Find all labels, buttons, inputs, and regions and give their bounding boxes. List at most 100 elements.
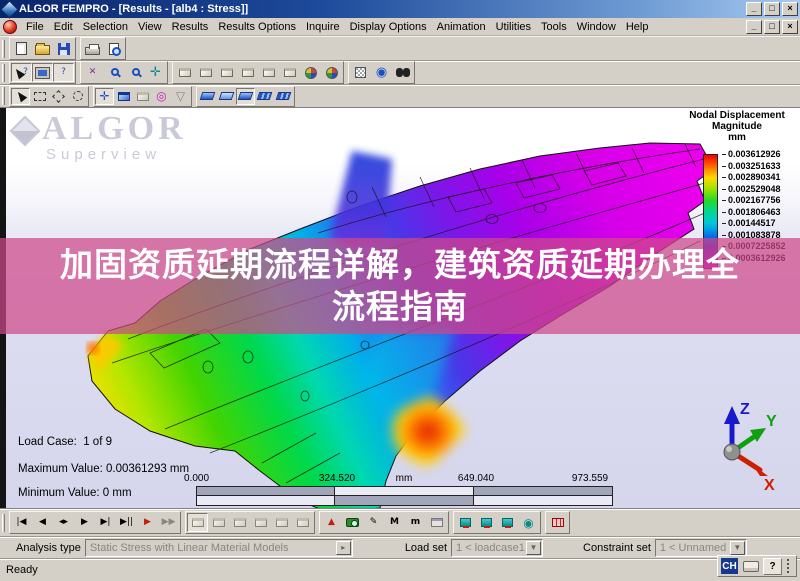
both-models-button[interactable] — [229, 513, 250, 532]
language-help-button[interactable]: ? — [763, 557, 782, 575]
analysis-options-bar: Analysis type Static Stress with Linear … — [0, 536, 800, 558]
load-set-dropdown-icon[interactable]: ▼ — [526, 540, 542, 555]
menu-tools[interactable]: Tools — [536, 19, 572, 35]
select-polygon-button[interactable] — [49, 88, 68, 105]
dither-button[interactable] — [350, 63, 371, 82]
constraint-set-combo[interactable]: 1 < Unnamed > ▼ — [654, 538, 747, 557]
show-minimum-button[interactable]: m — [405, 513, 426, 532]
select-mesh-button[interactable]: ◎ — [152, 88, 171, 105]
zoom-box-button[interactable] — [124, 63, 145, 82]
menu-file[interactable]: File — [21, 19, 49, 35]
center-frame-button[interactable]: ◂▸ — [53, 513, 74, 532]
tag-nodes-button[interactable] — [455, 513, 476, 532]
find-button[interactable] — [392, 63, 413, 82]
save-button[interactable] — [53, 39, 74, 58]
inquire-results-button[interactable]: ? — [53, 63, 74, 82]
report-table-button[interactable] — [547, 513, 568, 532]
menu-utilities[interactable]: Utilities — [491, 19, 536, 35]
legend-value: 0.002529048 — [722, 184, 786, 196]
new-button[interactable] — [11, 39, 32, 58]
plate-view2-button[interactable] — [217, 88, 236, 105]
toolbar-handle[interactable] — [2, 39, 5, 58]
menu-edit[interactable]: Edit — [49, 19, 78, 35]
probe-button[interactable]: ✎ — [363, 513, 384, 532]
child-minimize-button[interactable]: _ — [746, 19, 762, 34]
view-iso-button[interactable] — [300, 63, 321, 82]
input-language-badge[interactable]: CH — [721, 558, 738, 574]
print-button[interactable] — [82, 39, 103, 58]
refresh-tags-button[interactable]: ◉ — [518, 513, 539, 532]
first-frame-button[interactable]: |◀ — [11, 513, 32, 532]
select-vertices-button[interactable]: ✛ — [95, 87, 114, 105]
close-button[interactable]: × — [782, 2, 798, 16]
zoom-extents-button[interactable]: ✕ — [82, 63, 103, 82]
animate-button[interactable]: ▶ — [137, 513, 158, 532]
undisplaced-model-button[interactable] — [208, 513, 229, 532]
menu-help[interactable]: Help — [621, 19, 654, 35]
child-close-button[interactable]: × — [782, 19, 798, 34]
load-set-combo[interactable]: 1 < loadcase1 > ▼ — [451, 538, 544, 557]
max-marker-button[interactable]: ▲ — [321, 513, 342, 532]
plate-view3-button[interactable] — [236, 87, 255, 105]
orbit-button[interactable]: ◉ — [371, 63, 392, 82]
previous-frame-button[interactable]: ◀ — [32, 513, 53, 532]
select-point-button[interactable] — [11, 87, 30, 105]
results-viewport[interactable]: ALGOR Superview Nodal Displacement Magni… — [0, 107, 800, 508]
minimize-button[interactable]: _ — [746, 2, 762, 16]
select-rectangle-button[interactable] — [30, 88, 49, 105]
toolbar-handle[interactable] — [2, 87, 5, 105]
menu-display-options[interactable]: Display Options — [345, 19, 432, 35]
select-parts-button[interactable] — [133, 88, 152, 105]
last-frame-button[interactable]: ▶|| — [116, 513, 137, 532]
view-front-button[interactable] — [174, 63, 195, 82]
child-restore-button[interactable]: □ — [764, 19, 780, 34]
tag-elements-button[interactable] — [476, 513, 497, 532]
fast-forward-button[interactable]: ▶▶ — [158, 513, 179, 532]
menu-results[interactable]: Results — [167, 19, 214, 35]
play-button[interactable]: ▶ — [74, 513, 95, 532]
view-right-button[interactable] — [279, 63, 300, 82]
view-iso2-button[interactable] — [321, 63, 342, 82]
keyboard-button[interactable] — [741, 558, 760, 575]
show-maximum-button[interactable]: M — [384, 513, 405, 532]
presentation-button[interactable] — [32, 63, 53, 82]
view-left-button[interactable] — [258, 63, 279, 82]
next-frame-button[interactable]: ▶| — [95, 513, 116, 532]
filter-button[interactable]: ▽ — [171, 88, 190, 105]
menu-view[interactable]: View — [133, 19, 167, 35]
document-icon[interactable] — [3, 19, 17, 34]
tag-values-button[interactable] — [497, 513, 518, 532]
legend-window-button[interactable] — [426, 513, 447, 532]
shaded-overlay-button[interactable] — [292, 513, 313, 532]
displaced-model-button[interactable] — [187, 513, 208, 532]
view-top-button[interactable] — [216, 63, 237, 82]
plate-view1-button[interactable] — [198, 88, 217, 105]
mesh-overlay-button[interactable] — [271, 513, 292, 532]
select-surfaces-button[interactable] — [114, 88, 133, 105]
menu-animation[interactable]: Animation — [432, 19, 491, 35]
view-back-button[interactable] — [195, 63, 216, 82]
plate-view4-button[interactable] — [255, 88, 274, 105]
select-inquire-button[interactable]: ? — [11, 63, 32, 82]
toolbar-handle[interactable] — [2, 63, 5, 82]
menu-inquire[interactable]: Inquire — [301, 19, 345, 35]
snapshot-button[interactable] — [342, 513, 363, 532]
menu-results-options[interactable]: Results Options — [213, 19, 301, 35]
scale-displacement-button[interactable] — [250, 513, 271, 532]
analysis-type-combo[interactable]: Static Stress with Linear Material Model… — [84, 538, 353, 557]
toolbar-handle[interactable] — [2, 513, 5, 532]
restore-button[interactable]: □ — [764, 2, 780, 16]
pan-button[interactable]: ✛ — [145, 63, 166, 82]
language-bar-grip[interactable] — [787, 559, 793, 573]
print-preview-button[interactable] — [103, 39, 124, 58]
plate-view5-button[interactable] — [274, 88, 293, 105]
menu-window[interactable]: Window — [572, 19, 621, 35]
open-button[interactable] — [32, 39, 53, 58]
constraint-set-dropdown-icon[interactable]: ▼ — [729, 540, 745, 555]
zoom-in-button[interactable] — [103, 63, 124, 82]
select-circle-button[interactable] — [68, 88, 87, 105]
window-icon — [430, 518, 443, 527]
analysis-type-expand-button[interactable]: ▸ — [335, 540, 351, 555]
view-bottom-button[interactable] — [237, 63, 258, 82]
menu-selection[interactable]: Selection — [78, 19, 133, 35]
